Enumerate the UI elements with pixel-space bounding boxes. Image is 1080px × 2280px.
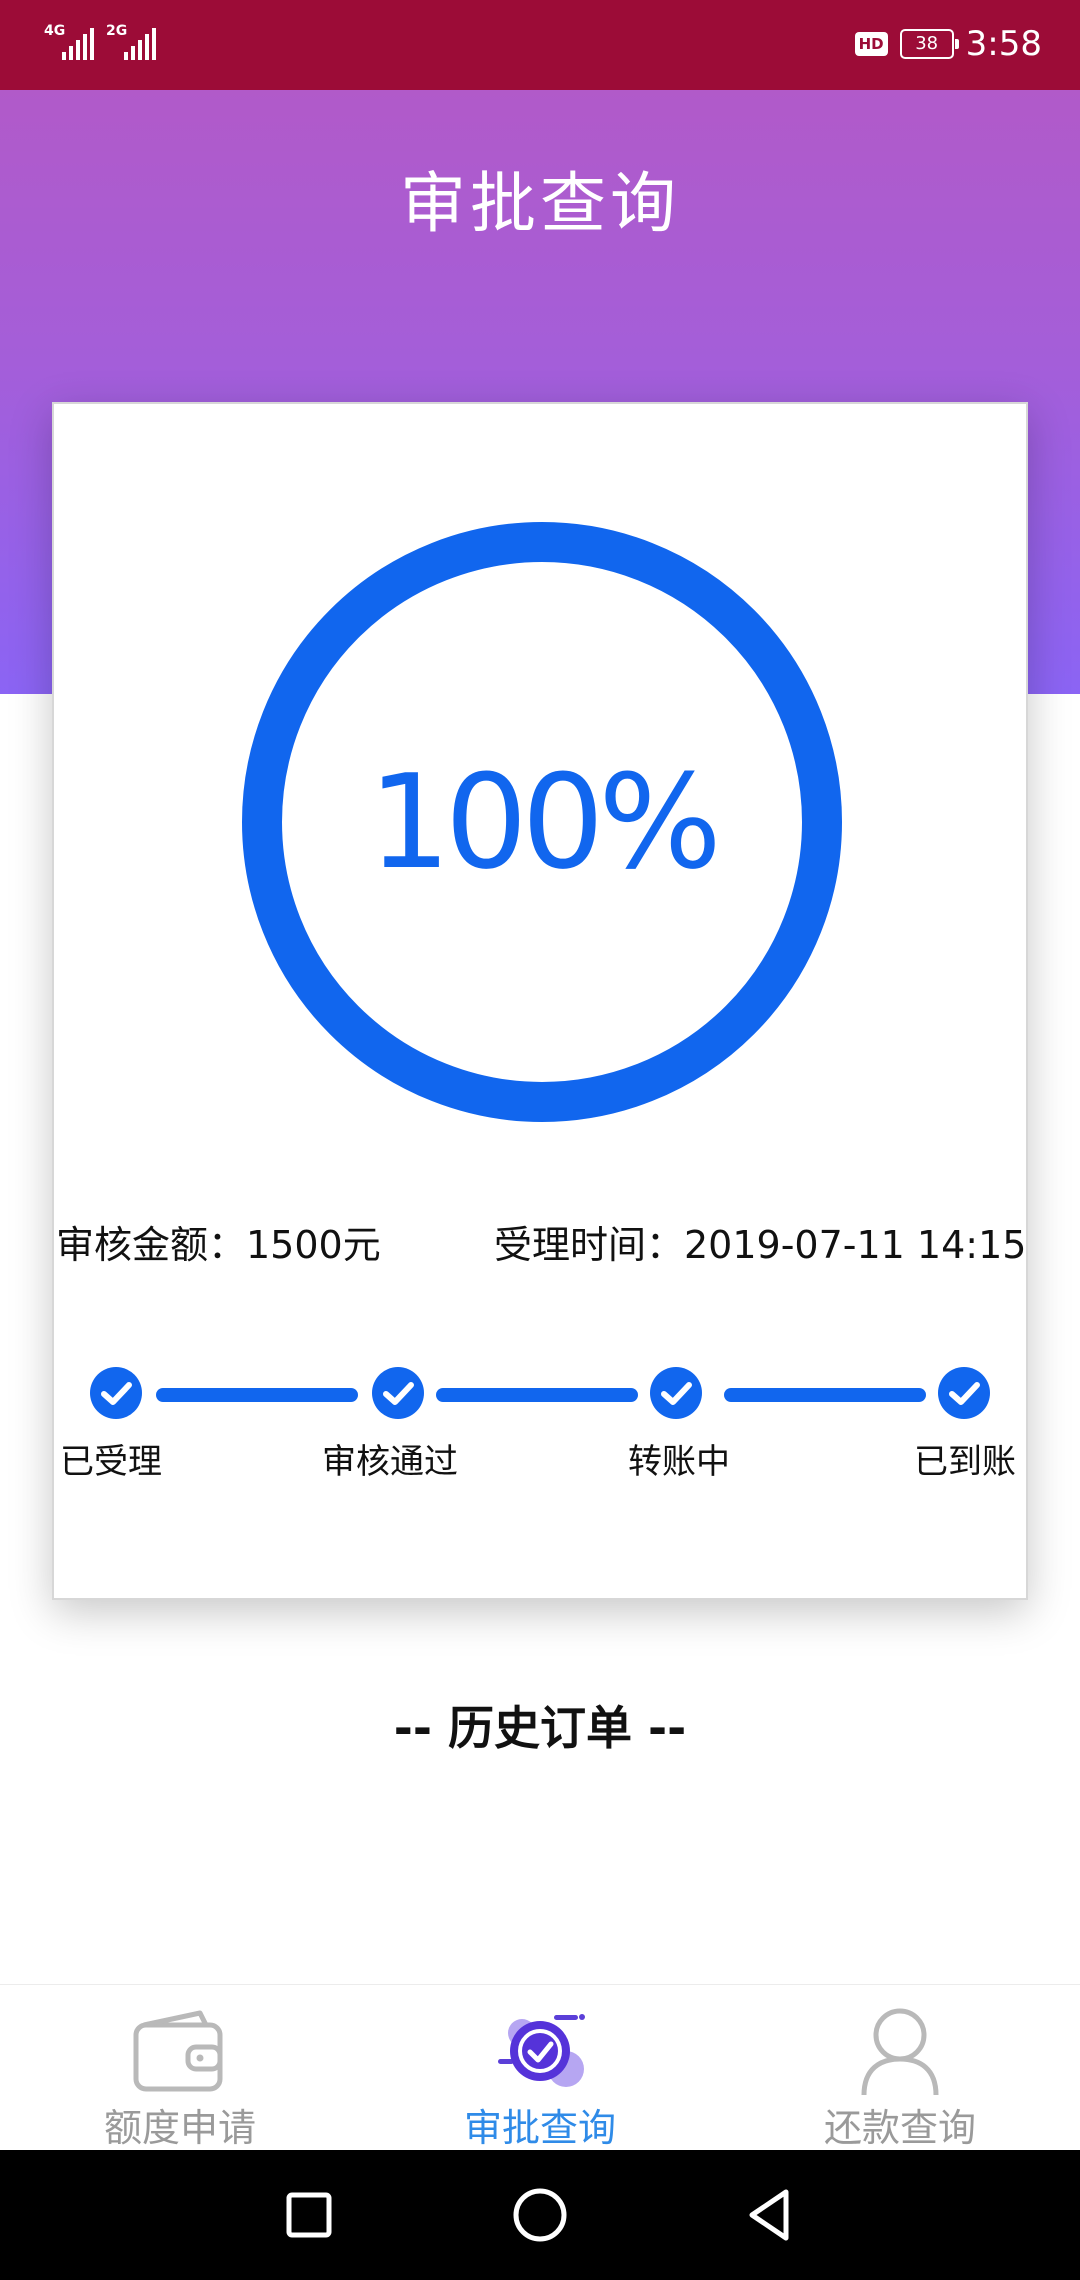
bottom-tab-bar: 额度申请 审批查询 还款查询 bbox=[0, 1984, 1080, 2151]
recent-apps-icon[interactable] bbox=[274, 2180, 344, 2250]
review-amount: 审核金额：1500元 bbox=[56, 1223, 381, 1267]
hd-icon: HD bbox=[854, 32, 888, 56]
step-label-approved: 审核通过 bbox=[322, 1442, 458, 1482]
tab-label: 审批查询 bbox=[463, 2106, 616, 2150]
step-label-transferring: 转账中 bbox=[628, 1442, 730, 1482]
status-right-group: HD 38 3:58 bbox=[854, 22, 1042, 66]
step-check-icon bbox=[938, 1367, 990, 1419]
home-icon[interactable] bbox=[505, 2180, 575, 2250]
step-connector-3 bbox=[724, 1388, 926, 1402]
history-orders-title[interactable]: -- 历史订单 -- bbox=[0, 1692, 1080, 1758]
progress-percent: 100% bbox=[368, 746, 722, 898]
tab-repayment-query[interactable]: 还款查询 bbox=[720, 1985, 1080, 2151]
approval-progress-card: 100% 审核金额：1500元 受理时间：2019-07-11 14:15 已受… bbox=[52, 402, 1028, 1600]
clock: 3:58 bbox=[965, 24, 1042, 64]
user-icon bbox=[861, 2008, 939, 2096]
tab-approval-query[interactable]: 审批查询 bbox=[360, 1985, 720, 2151]
accept-time: 受理时间：2019-07-11 14:15 bbox=[494, 1223, 1027, 1267]
page-title: 审批查询 bbox=[400, 165, 680, 242]
step-label-arrived: 已到账 bbox=[914, 1442, 1016, 1482]
tab-label: 还款查询 bbox=[823, 2106, 976, 2150]
progress-ring: 100% bbox=[242, 522, 842, 1122]
step-check-icon bbox=[372, 1367, 424, 1419]
back-icon[interactable] bbox=[734, 2180, 804, 2250]
step-connector-1 bbox=[156, 1388, 358, 1402]
approval-query-screen: 4G 2G HD 38 3:58 审批查询 100% 审核金额：1500元 受理… bbox=[0, 0, 1080, 2280]
step-check-icon bbox=[90, 1367, 142, 1419]
battery-icon: 38 bbox=[899, 29, 959, 59]
wallet-icon bbox=[133, 2010, 223, 2092]
tab-label: 额度申请 bbox=[103, 2106, 256, 2150]
step-check-icon bbox=[650, 1367, 702, 1419]
step-label-accepted: 已受理 bbox=[60, 1442, 162, 1482]
step-connector-2 bbox=[436, 1388, 638, 1402]
tab-quota-apply[interactable]: 额度申请 bbox=[0, 1985, 360, 2151]
system-navigation-bar bbox=[0, 2150, 1080, 2280]
status-bar: 4G 2G HD 38 3:58 bbox=[0, 0, 1080, 90]
approval-check-icon bbox=[498, 2014, 585, 2087]
